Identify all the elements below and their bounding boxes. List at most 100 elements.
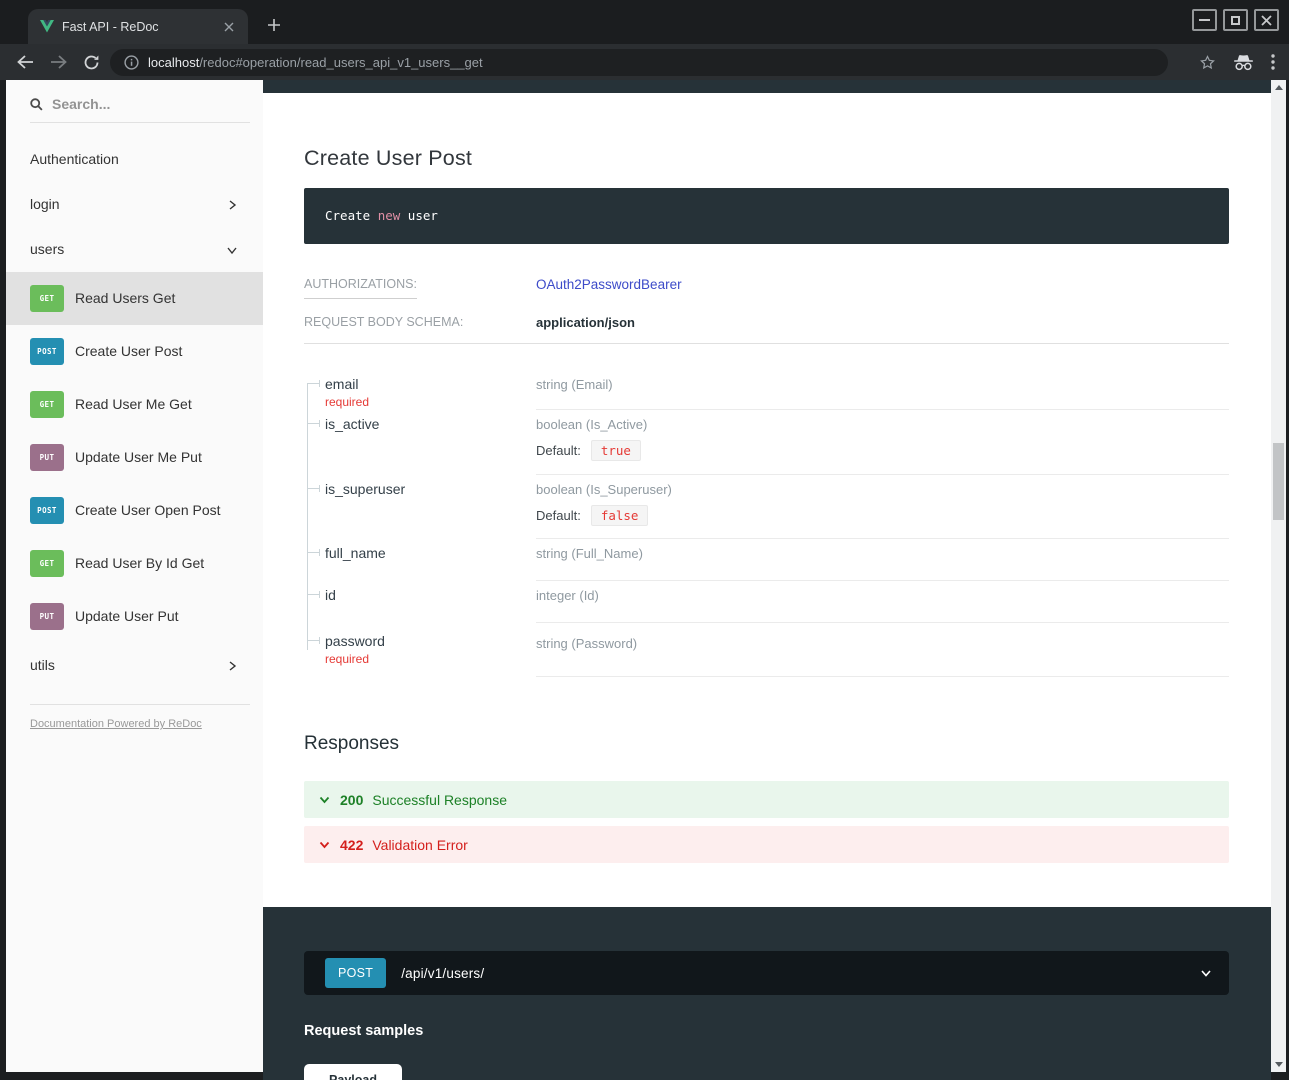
- page-scrollbar[interactable]: [1271, 80, 1286, 1072]
- endpoint-path: /api/v1/users/: [401, 966, 484, 981]
- method-badge: PUT: [30, 603, 64, 630]
- chevron-right-icon: [225, 659, 239, 673]
- response-label: Successful Response: [372, 792, 507, 808]
- field-required: required: [325, 652, 526, 666]
- browser-tab[interactable]: Fast API - ReDoc: [28, 9, 248, 44]
- minimize-icon[interactable]: [1192, 9, 1217, 31]
- scroll-up-icon[interactable]: [1271, 80, 1286, 95]
- close-icon[interactable]: [1254, 9, 1279, 31]
- http-method-badge: POST: [325, 958, 386, 988]
- sidebar-search[interactable]: [30, 86, 250, 123]
- address-bar[interactable]: localhost/redoc#operation/read_users_api…: [110, 49, 1168, 76]
- schema-field-is-active: is_active boolean (Is_Active) Default: t…: [325, 410, 1229, 475]
- field-name: full_name: [325, 545, 526, 561]
- titlebar: Fast API - ReDoc: [0, 0, 1289, 44]
- back-icon[interactable]: [14, 51, 36, 73]
- chevron-down-icon: [225, 243, 239, 257]
- sidebar-menu: Authentication login users GET Read: [6, 123, 263, 688]
- method-badge: GET: [30, 391, 64, 418]
- payload-tab[interactable]: Payload: [304, 1064, 402, 1080]
- request-panel: POST /api/v1/users/ Request samples Payl…: [263, 907, 1271, 1080]
- new-tab-icon[interactable]: [262, 13, 286, 37]
- method-badge: GET: [30, 285, 64, 312]
- default-label: Default:: [536, 508, 581, 523]
- scroll-down-icon[interactable]: [1271, 1057, 1286, 1072]
- default-label: Default:: [536, 443, 581, 458]
- field-type: string (Email): [536, 377, 1229, 392]
- sidebar-item-login[interactable]: login: [6, 182, 263, 227]
- sidebar-item-label: Read User Me Get: [75, 395, 192, 414]
- authorizations-label: AUTHORIZATIONS:: [304, 277, 536, 299]
- search-input[interactable]: [52, 96, 222, 112]
- sidebar-item-update-user-put[interactable]: PUT Update User Put: [6, 590, 263, 643]
- sidebar-item-label: Update User Me Put: [75, 448, 202, 467]
- bookmark-star-icon[interactable]: [1199, 54, 1216, 71]
- endpoint-bar[interactable]: POST /api/v1/users/: [304, 951, 1229, 995]
- reload-icon[interactable]: [80, 51, 102, 73]
- sidebar-item-read-users-get[interactable]: GET Read Users Get: [6, 272, 263, 325]
- menu-dots-icon[interactable]: [1271, 54, 1275, 70]
- search-icon: [30, 98, 43, 111]
- sidebar: Authentication login users GET Read: [6, 80, 263, 1072]
- maximize-icon[interactable]: [1223, 9, 1248, 31]
- request-body-content-type: application/json: [536, 315, 635, 330]
- request-body-schema: email required string (Email) is_active …: [304, 370, 1229, 677]
- operation-description-code: Create new user: [304, 188, 1229, 244]
- info-icon[interactable]: [124, 55, 139, 70]
- sidebar-item-read-user-me-get[interactable]: GET Read User Me Get: [6, 378, 263, 431]
- sidebar-item-users[interactable]: users: [6, 227, 263, 272]
- response-200[interactable]: 200 Successful Response: [304, 781, 1229, 818]
- chevron-down-icon: [1199, 966, 1213, 980]
- sidebar-item-authentication[interactable]: Authentication: [6, 137, 263, 182]
- sidebar-item-label: Read User By Id Get: [75, 554, 204, 573]
- schema-field-is-superuser: is_superuser boolean (Is_Superuser) Defa…: [325, 475, 1229, 539]
- request-body-schema-label: REQUEST BODY SCHEMA:: [304, 315, 536, 329]
- scrollbar-thumb[interactable]: [1273, 443, 1284, 520]
- default-value: false: [591, 505, 649, 526]
- sidebar-item-utils[interactable]: utils: [6, 643, 263, 688]
- previous-section-panel-edge: [263, 80, 1271, 93]
- schema-field-password: password required string (Password): [325, 623, 1229, 677]
- page-title: Create User Post: [304, 146, 1229, 171]
- field-name: id: [325, 587, 526, 603]
- chevron-right-icon: [225, 198, 239, 212]
- chevron-down-icon: [318, 838, 331, 851]
- url-host: localhost: [148, 55, 199, 70]
- sidebar-item-create-user-open-post[interactable]: POST Create User Open Post: [6, 484, 263, 537]
- sidebar-item-label: Read Users Get: [75, 289, 175, 308]
- sidebar-item-label: Authentication: [30, 150, 119, 169]
- tab-title: Fast API - ReDoc: [62, 20, 212, 34]
- favicon-vue-icon: [40, 20, 54, 33]
- authorization-link[interactable]: OAuth2PasswordBearer: [536, 277, 682, 292]
- response-code: 422: [340, 837, 363, 853]
- schema-field-full-name: full_name string (Full_Name): [325, 539, 1229, 581]
- method-badge: POST: [30, 338, 64, 365]
- redoc-footer-link[interactable]: Documentation Powered by ReDoc: [30, 718, 202, 730]
- sidebar-item-label: Create User Open Post: [75, 501, 221, 520]
- sidebar-item-update-user-me-put[interactable]: PUT Update User Me Put: [6, 431, 263, 484]
- chevron-down-icon: [318, 793, 331, 806]
- field-type: boolean (Is_Active): [536, 417, 1229, 432]
- toolbar-right: [1199, 44, 1275, 80]
- sidebar-item-create-user-post[interactable]: POST Create User Post: [6, 325, 263, 378]
- field-name: password: [325, 633, 526, 649]
- request-samples-heading: Request samples: [304, 1023, 1229, 1039]
- tab-close-icon[interactable]: [220, 18, 238, 36]
- field-name: is_active: [325, 416, 526, 432]
- browser-window: Fast API - ReDoc: [0, 0, 1289, 1080]
- sidebar-item-label: utils: [30, 656, 55, 675]
- sidebar-item-read-user-by-id-get[interactable]: GET Read User By Id Get: [6, 537, 263, 590]
- sidebar-item-label: login: [30, 195, 60, 214]
- response-label: Validation Error: [372, 837, 467, 853]
- response-code: 200: [340, 792, 363, 808]
- method-badge: PUT: [30, 444, 64, 471]
- url-path: /redoc#operation/read_users_api_v1_users…: [199, 55, 482, 70]
- field-type: boolean (Is_Superuser): [536, 482, 1229, 497]
- field-type: integer (Id): [536, 588, 1229, 603]
- forward-icon[interactable]: [48, 51, 70, 73]
- schema-field-id: id integer (Id): [325, 581, 1229, 623]
- response-422[interactable]: 422 Validation Error: [304, 826, 1229, 863]
- incognito-icon: [1233, 54, 1254, 71]
- field-name: email: [325, 376, 526, 392]
- method-badge: POST: [30, 497, 64, 524]
